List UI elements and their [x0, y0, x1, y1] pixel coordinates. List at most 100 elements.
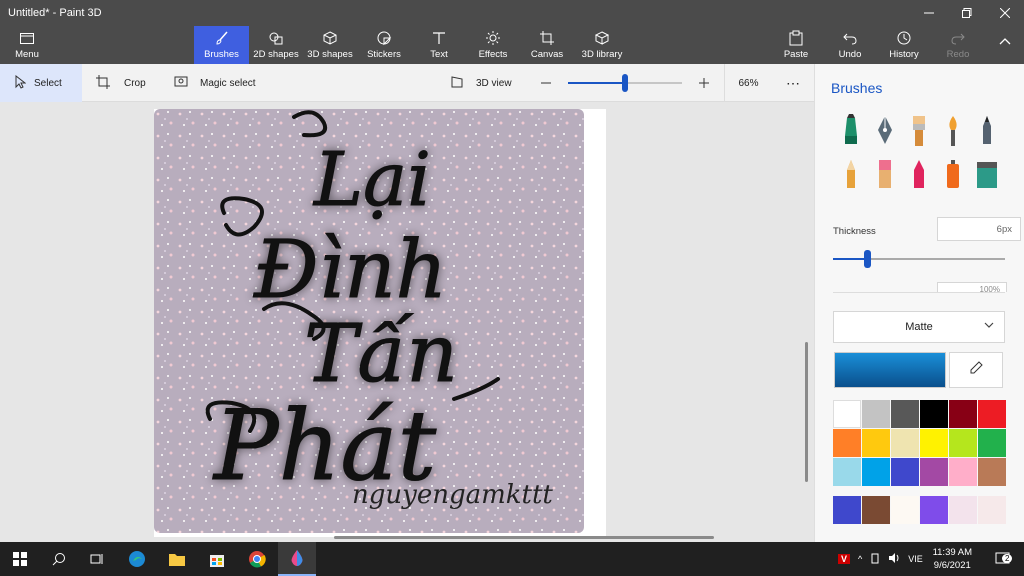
color-swatch[interactable]: [891, 429, 919, 457]
select-button[interactable]: Select: [0, 64, 82, 102]
chrome-icon: [249, 551, 266, 568]
pencil-icon[interactable]: [973, 114, 1001, 148]
crayon-icon[interactable]: [905, 158, 933, 192]
eraser-icon[interactable]: [871, 158, 899, 192]
tab-3d-shapes[interactable]: 3D shapes: [305, 26, 355, 64]
search-button[interactable]: [40, 542, 78, 576]
minimize-button[interactable]: [910, 0, 948, 26]
color-swatch[interactable]: [949, 400, 977, 428]
language-indicator[interactable]: VIE: [908, 554, 923, 564]
paint-3d-button[interactable]: [278, 542, 316, 576]
marker-icon[interactable]: [837, 114, 865, 148]
battery-icon[interactable]: [870, 552, 880, 566]
volume-icon[interactable]: [888, 552, 900, 566]
opacity-input[interactable]: 100%: [937, 282, 1007, 292]
color-swatch[interactable]: [920, 458, 948, 486]
chevron-up-icon[interactable]: ^: [858, 554, 862, 564]
color-swatch[interactable]: [978, 458, 1006, 486]
tab-effects[interactable]: Effects: [474, 26, 512, 64]
color-swatch[interactable]: [920, 429, 948, 457]
chrome-button[interactable]: [238, 542, 276, 576]
vertical-scrollbar[interactable]: [805, 342, 808, 482]
custom-color-swatch[interactable]: [920, 496, 948, 524]
spray-can-icon[interactable]: [939, 158, 967, 192]
magic-select-label: Magic select: [200, 77, 256, 89]
start-button[interactable]: [0, 542, 40, 576]
more-options-button[interactable]: ⋯: [786, 64, 801, 102]
zoom-value: 66%: [738, 77, 759, 89]
color-swatch[interactable]: [891, 458, 919, 486]
redo-button[interactable]: Redo: [942, 26, 974, 64]
pencil-2-icon[interactable]: [837, 158, 865, 192]
tab-stickers[interactable]: Stickers: [362, 26, 406, 64]
3d-view-label: 3D view: [476, 77, 512, 89]
custom-color-swatch[interactable]: [949, 496, 977, 524]
canvas[interactable]: Lại Lại Đình Đình Tấn Tấn Phát Phát nguy…: [154, 109, 606, 537]
color-swatch[interactable]: [891, 400, 919, 428]
vietkey-icon[interactable]: V: [838, 554, 851, 564]
menu-button[interactable]: Menu: [6, 26, 48, 64]
zoom-out-button[interactable]: [540, 64, 552, 102]
notifications-button[interactable]: 2: [988, 542, 1018, 576]
color-swatch[interactable]: [862, 400, 890, 428]
tab-3d-library[interactable]: 3D library: [578, 26, 626, 64]
folder-icon: [20, 29, 34, 47]
custom-color-palette: [833, 496, 1006, 524]
horizontal-scrollbar[interactable]: [334, 536, 714, 539]
3d-view-button[interactable]: 3D view: [450, 64, 512, 102]
thickness-input[interactable]: 6px: [937, 217, 1021, 241]
color-swatch[interactable]: [949, 429, 977, 457]
current-color-swatch[interactable]: [834, 352, 946, 388]
zoom-slider[interactable]: [568, 64, 682, 102]
paste-button[interactable]: Paste: [780, 26, 812, 64]
custom-color-swatch[interactable]: [978, 496, 1006, 524]
tab-label: 3D library: [581, 49, 623, 60]
clock-date: 9/6/2021: [933, 560, 971, 571]
custom-color-swatch[interactable]: [862, 496, 890, 524]
file-explorer-button[interactable]: [158, 542, 196, 576]
fill-icon[interactable]: [973, 158, 1001, 192]
finish-dropdown[interactable]: Matte: [833, 311, 1005, 343]
color-swatch[interactable]: [949, 458, 977, 486]
tab-brushes[interactable]: Brushes: [194, 26, 249, 64]
tab-2d-shapes[interactable]: 2D shapes: [251, 26, 301, 64]
zoom-in-button[interactable]: [698, 64, 710, 102]
history-icon: [896, 29, 912, 47]
history-button[interactable]: History: [886, 26, 922, 64]
custom-color-swatch[interactable]: [833, 496, 861, 524]
oil-brush-icon[interactable]: [905, 114, 933, 148]
color-swatch[interactable]: [920, 400, 948, 428]
clock[interactable]: 11:39 AM 9/6/2021: [933, 546, 972, 572]
color-swatch[interactable]: [833, 458, 861, 486]
edge-button[interactable]: [118, 542, 156, 576]
maximize-button[interactable]: [948, 0, 986, 26]
collapse-ribbon-button[interactable]: [992, 26, 1018, 64]
crop-button[interactable]: Crop: [96, 64, 146, 102]
custom-color-swatch[interactable]: [891, 496, 919, 524]
thickness-slider-thumb[interactable]: [864, 250, 872, 268]
menu-label: Menu: [15, 49, 39, 60]
text-icon: [432, 29, 446, 47]
color-swatch[interactable]: [862, 458, 890, 486]
tab-canvas[interactable]: Canvas: [528, 26, 566, 64]
undo-button[interactable]: Undo: [834, 26, 866, 64]
eyedropper-button[interactable]: [949, 352, 1003, 388]
calligraphy-pen-icon[interactable]: [871, 114, 899, 148]
color-swatch[interactable]: [833, 429, 861, 457]
color-swatch[interactable]: [978, 400, 1006, 428]
tab-text[interactable]: Text: [420, 26, 458, 64]
title-bar: Untitled* - Paint 3D: [0, 0, 1024, 26]
chevron-up-icon: [999, 32, 1011, 50]
store-button[interactable]: [198, 542, 236, 576]
magic-select-button[interactable]: Magic select: [174, 64, 256, 102]
color-swatch[interactable]: [833, 400, 861, 428]
watercolor-icon[interactable]: [939, 114, 967, 148]
color-swatch[interactable]: [862, 429, 890, 457]
color-swatch[interactable]: [978, 429, 1006, 457]
thickness-slider-fill: [833, 258, 868, 260]
close-button[interactable]: [986, 0, 1024, 26]
zoom-level[interactable]: 66%: [724, 64, 772, 102]
clock-time: 11:39 AM: [932, 547, 972, 558]
task-view-button[interactable]: [78, 542, 116, 576]
signature-text: nguyengamkttt: [352, 480, 553, 510]
